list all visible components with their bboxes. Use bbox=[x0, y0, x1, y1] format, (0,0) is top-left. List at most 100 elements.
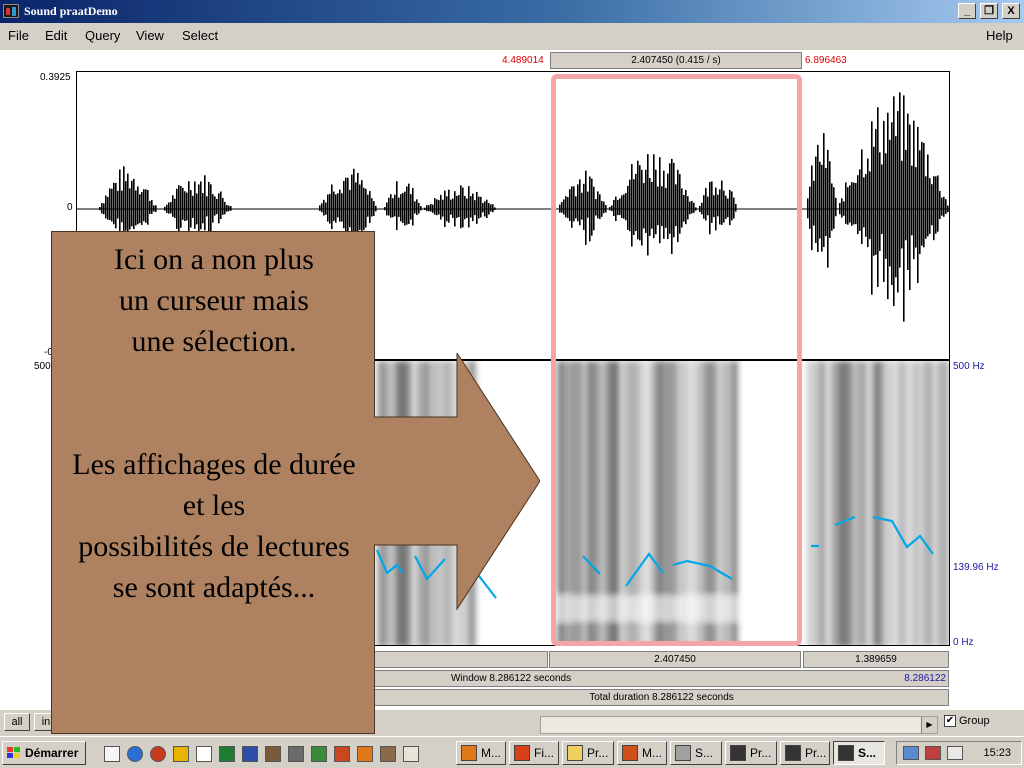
audio-icon[interactable] bbox=[403, 746, 419, 762]
spectrogram-freq-bottom: 0 Hz bbox=[953, 637, 974, 648]
waveform-sample bbox=[430, 204, 432, 212]
menu-file[interactable]: File bbox=[8, 28, 29, 43]
waveform-sample bbox=[180, 186, 182, 228]
waveform-sample bbox=[905, 149, 907, 241]
waveform-sample bbox=[883, 120, 885, 282]
waveform-sample bbox=[488, 203, 490, 215]
waveform-sample bbox=[228, 205, 230, 212]
waveform-sample bbox=[200, 181, 202, 230]
waveform-sample bbox=[412, 187, 414, 226]
waveform-sample bbox=[925, 176, 927, 239]
restore-button[interactable]: ❐ bbox=[980, 3, 998, 19]
task-sound-praatdemo[interactable]: S... bbox=[833, 741, 885, 765]
task-matlab[interactable]: M... bbox=[456, 741, 506, 765]
waveform-sample bbox=[414, 201, 416, 214]
waveform-sample bbox=[359, 184, 361, 230]
praat-app-icon[interactable] bbox=[3, 4, 19, 18]
waveform-sample bbox=[416, 199, 418, 216]
waveform-sample bbox=[929, 178, 931, 234]
waveform-sample bbox=[147, 190, 149, 225]
waveform-sample bbox=[829, 161, 831, 238]
waveform-sample bbox=[351, 174, 353, 235]
waveform-sample bbox=[827, 149, 829, 268]
callout-line-5: et les bbox=[182, 489, 246, 522]
media-player-icon[interactable] bbox=[173, 746, 189, 762]
spectrogram-band bbox=[903, 361, 908, 645]
waveform-sample bbox=[863, 177, 865, 228]
task-praat-1[interactable]: Pr... bbox=[725, 741, 777, 765]
start-button[interactable]: Démarrer bbox=[2, 741, 86, 765]
window-duration-bar[interactable]: Window 8.286122 seconds 8.286122 bbox=[374, 670, 949, 687]
waveform-sample bbox=[462, 187, 464, 228]
waveform-sample bbox=[919, 150, 921, 255]
waveform-sample bbox=[230, 206, 232, 211]
waveform-sample bbox=[891, 122, 893, 285]
waveform-sample bbox=[861, 149, 863, 245]
waveform-sample bbox=[384, 207, 386, 211]
spectrogram-band bbox=[879, 361, 886, 645]
waveform-sample bbox=[135, 190, 137, 226]
task-label: Fi... bbox=[534, 746, 554, 760]
segment-after-duration[interactable]: 1.389659 bbox=[803, 651, 949, 668]
horizontal-scrollbar[interactable]: ▶ bbox=[540, 716, 938, 734]
system-icon[interactable] bbox=[288, 746, 304, 762]
tool-icon[interactable] bbox=[265, 746, 281, 762]
menu-edit[interactable]: Edit bbox=[45, 28, 67, 43]
close-button[interactable]: X bbox=[1002, 3, 1020, 19]
taskbar: Démarrer M... Fi... Pr... M... S... Pr..… bbox=[0, 736, 1024, 768]
matlab-quick-icon[interactable] bbox=[357, 746, 373, 762]
paint-icon[interactable] bbox=[311, 746, 327, 762]
task-folder[interactable]: Pr... bbox=[562, 741, 614, 765]
menu-query[interactable]: Query bbox=[85, 28, 120, 43]
waveform-sample bbox=[115, 182, 117, 229]
waveform-sample bbox=[365, 188, 367, 228]
waveform-sample bbox=[428, 205, 430, 212]
spectrogram-band bbox=[897, 361, 904, 645]
waveform-sample bbox=[470, 196, 472, 218]
tray-app-icon[interactable] bbox=[925, 746, 941, 760]
waveform-sample bbox=[893, 96, 895, 306]
praat-icon bbox=[785, 745, 801, 761]
waveform-sample bbox=[357, 172, 359, 235]
spectrogram-freq-top: 500 Hz bbox=[953, 361, 985, 372]
segment-before-duration[interactable] bbox=[374, 651, 548, 668]
waveform-sample bbox=[823, 133, 825, 248]
task-firefox[interactable]: Fi... bbox=[509, 741, 559, 765]
task-praat-2[interactable]: Pr... bbox=[780, 741, 830, 765]
waveform-sample bbox=[434, 198, 436, 215]
menu-view[interactable]: View bbox=[136, 28, 164, 43]
waveform-sample bbox=[133, 178, 135, 230]
spectrogram-band bbox=[813, 361, 819, 645]
excel-icon[interactable] bbox=[219, 746, 235, 762]
task-sound-tool[interactable]: S... bbox=[670, 741, 722, 765]
word-icon[interactable] bbox=[242, 746, 258, 762]
internet-explorer-icon[interactable] bbox=[127, 746, 143, 762]
browser-icon[interactable] bbox=[150, 746, 166, 762]
selection-duration-top[interactable]: 2.407450 (0.415 / s) bbox=[550, 52, 802, 69]
task-label: S... bbox=[695, 746, 714, 760]
segment-selected-duration[interactable]: 2.407450 bbox=[549, 651, 801, 668]
total-duration-bar[interactable]: Total duration 8.286122 seconds bbox=[374, 689, 949, 706]
time-selection[interactable] bbox=[551, 74, 802, 646]
waveform-sample bbox=[885, 153, 887, 259]
clock: 15:23 bbox=[983, 747, 1011, 759]
waveform-sample bbox=[224, 201, 226, 215]
notepad-icon[interactable] bbox=[196, 746, 212, 762]
waveform-sample bbox=[400, 194, 402, 222]
app-icon[interactable] bbox=[334, 746, 350, 762]
firefox-icon bbox=[514, 745, 530, 761]
volume-icon[interactable] bbox=[947, 746, 963, 760]
group-checkbox[interactable]: ✔ bbox=[944, 715, 956, 727]
waveform-sample bbox=[474, 200, 476, 216]
show-desktop-icon[interactable] bbox=[104, 746, 120, 762]
menu-select[interactable]: Select bbox=[182, 28, 218, 43]
minimize-button[interactable]: _ bbox=[958, 3, 976, 19]
waveform-sample bbox=[388, 197, 390, 216]
menu-help[interactable]: Help bbox=[986, 28, 1013, 43]
task-powerpoint[interactable]: M... bbox=[617, 741, 667, 765]
show-all-button[interactable]: all bbox=[4, 713, 30, 731]
network-icon[interactable] bbox=[903, 746, 919, 760]
scroll-right-arrow-icon[interactable]: ▶ bbox=[921, 717, 937, 733]
waveform-sample bbox=[184, 191, 186, 222]
utility-icon[interactable] bbox=[380, 746, 396, 762]
